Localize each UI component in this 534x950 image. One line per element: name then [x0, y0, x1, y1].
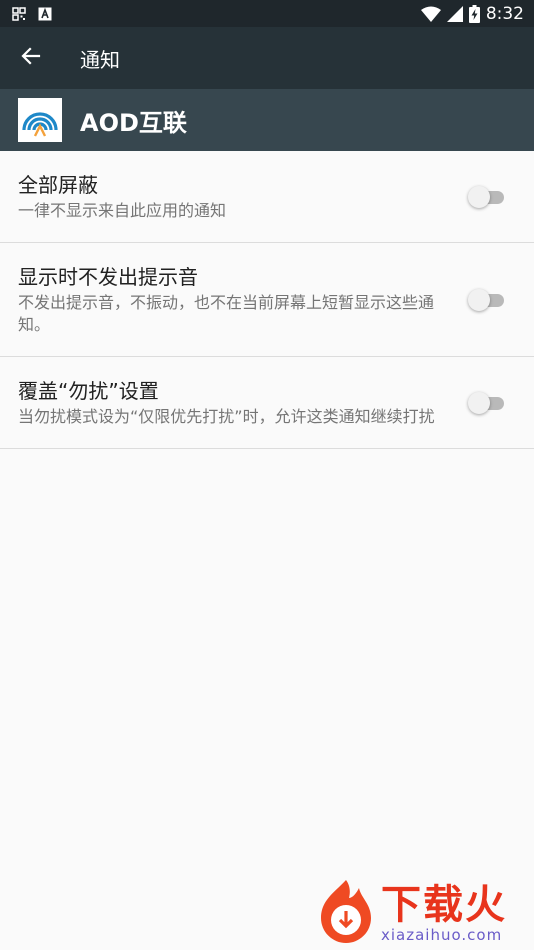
block-all-toggle[interactable] [468, 185, 504, 208]
watermark-subtitle: xiazaihuo.com [381, 926, 503, 944]
setting-title: 覆盖“勿扰”设置 [18, 379, 159, 403]
back-button[interactable] [0, 27, 62, 89]
switch-thumb [468, 288, 490, 311]
watermark-text: 下载火 xiazaihuo.com [381, 883, 507, 943]
flame-download-icon [315, 878, 377, 948]
arrow-left-icon [21, 46, 41, 70]
qr-notification-icon [12, 6, 26, 21]
watermark: 下载火 xiazaihuo.com [315, 878, 531, 948]
status-right: 8:32 [420, 3, 524, 24]
switch-thumb [468, 391, 490, 414]
setting-summary: 不发出提示音，不振动，也不在当前屏幕上短暂显示这些通知。 [18, 293, 435, 334]
setting-summary: 一律不显示来自此应用的通知 [18, 201, 227, 220]
setting-summary: 当勿扰模式设为“仅限优先打扰”时，允许这类通知继续打扰 [18, 407, 435, 426]
status-left [12, 6, 52, 21]
app-name: AOD互联 [80, 108, 187, 137]
settings-list: 全部屏蔽 一律不显示来自此应用的通知 显示时不发出提示音 不发出提示音，不振动，… [0, 151, 534, 449]
setting-block-all[interactable]: 全部屏蔽 一律不显示来自此应用的通知 [0, 151, 534, 243]
setting-silent[interactable]: 显示时不发出提示音 不发出提示音，不振动，也不在当前屏幕上短暂显示这些通知。 [0, 243, 534, 357]
silent-toggle[interactable] [468, 288, 504, 311]
wifi-icon [420, 6, 441, 22]
switch-thumb [468, 185, 490, 208]
toolbar: 通知 [0, 27, 534, 89]
signal-icon [446, 5, 463, 22]
watermark-title: 下载火 [381, 882, 507, 928]
app-logo-icon [18, 98, 62, 142]
setting-title: 显示时不发出提示音 [18, 265, 198, 289]
setting-override-dnd[interactable]: 覆盖“勿扰”设置 当勿扰模式设为“仅限优先打扰”时，允许这类通知继续打扰 [0, 357, 534, 449]
setting-title: 全部屏蔽 [18, 173, 98, 197]
page-title: 通知 [80, 47, 120, 72]
status-clock: 8:32 [485, 3, 524, 24]
battery-charging-icon [468, 4, 480, 23]
app-header: AOD互联 [0, 89, 534, 151]
status-bar: 8:32 [0, 0, 534, 27]
override-dnd-toggle[interactable] [468, 391, 504, 414]
text-notification-icon [38, 7, 52, 21]
